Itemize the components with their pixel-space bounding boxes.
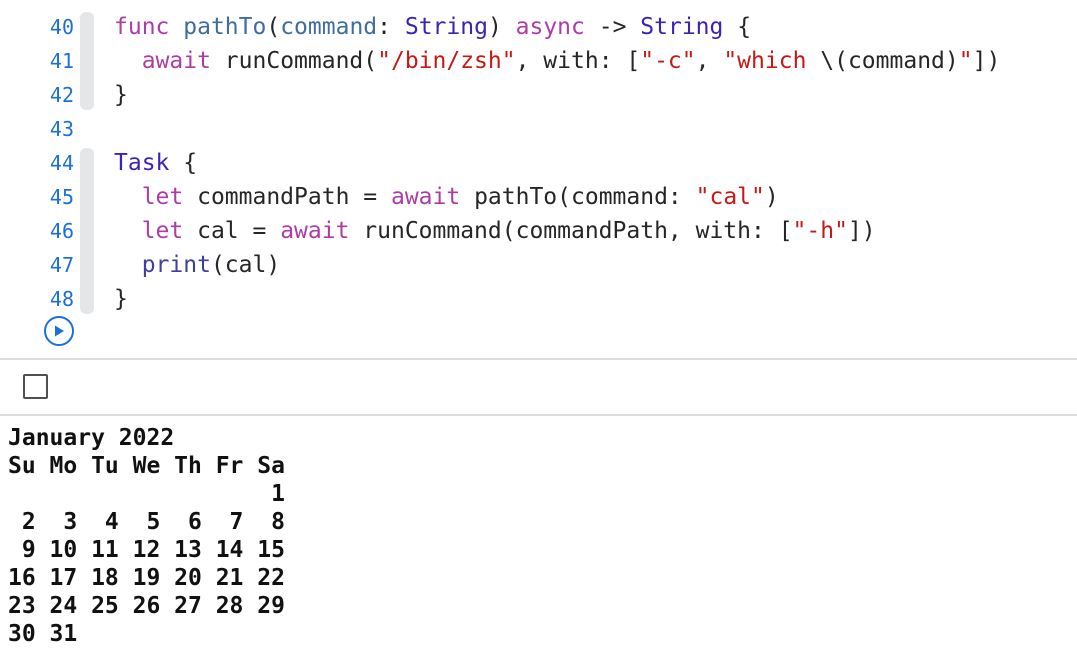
code-token: (cal) xyxy=(210,252,281,278)
code-token: print xyxy=(141,252,211,278)
code-token: ]) xyxy=(847,218,876,244)
line-number: 41 xyxy=(49,49,74,73)
code-token: String xyxy=(404,14,488,40)
code-line[interactable]: let commandPath = await pathTo(command: … xyxy=(114,180,779,214)
code-line[interactable]: await runCommand("/bin/zsh", with: ["-c"… xyxy=(114,44,1001,78)
console-output-line: 9 10 11 12 13 14 15 xyxy=(8,537,285,563)
code-line[interactable]: let cal = await runCommand(commandPath, … xyxy=(114,214,876,248)
code-token: ) xyxy=(764,184,779,210)
line-number: 45 xyxy=(49,185,74,209)
code-token: pathTo(command: xyxy=(460,184,696,210)
code-token: "-c" xyxy=(640,48,696,74)
code-token: cal = xyxy=(183,218,281,244)
code-token: commandPath = xyxy=(183,184,391,210)
console-output-line: January 2022 xyxy=(8,425,175,451)
play-circle-icon xyxy=(55,325,64,337)
code-token: command xyxy=(280,14,378,40)
console-output-line: 1 xyxy=(8,481,285,507)
code-token: " xyxy=(958,48,973,74)
code-token: let xyxy=(141,184,184,210)
code-token: Task xyxy=(114,150,170,176)
line-number: 43 xyxy=(49,117,74,141)
code-token: "-h" xyxy=(792,218,848,244)
line-number: 40 xyxy=(49,15,74,39)
console-output-line: 16 17 18 19 20 21 22 xyxy=(8,565,285,591)
code-line[interactable]: } xyxy=(114,78,128,112)
code-editor[interactable]: 40 41 42 43 44 45 46 47 48 func pathTo(command: … xyxy=(0,0,1077,358)
run-button[interactable] xyxy=(44,316,74,346)
code-token: \(command) xyxy=(820,48,959,74)
line-number: 46 xyxy=(49,219,74,243)
code-line[interactable]: print(cal) xyxy=(114,248,281,282)
code-token: await xyxy=(141,48,211,74)
code-token: : xyxy=(377,14,405,40)
line-number: 48 xyxy=(49,287,74,311)
line-number: 42 xyxy=(49,83,74,107)
change-bar xyxy=(80,12,94,110)
code-token: , with: [ xyxy=(515,48,641,74)
code-token: async xyxy=(515,14,585,40)
debug-toolbar xyxy=(0,360,1077,414)
code-token: ( xyxy=(266,14,281,40)
code-token: "cal" xyxy=(695,184,765,210)
console-toggle-checkbox[interactable] xyxy=(23,374,48,399)
code-token: ]) xyxy=(972,48,1001,74)
line-number: 47 xyxy=(49,253,74,277)
console-output-line: 23 24 25 26 27 28 29 xyxy=(8,593,285,619)
console-output-line: 2 3 4 5 6 7 8 xyxy=(8,509,285,535)
code-token: runCommand( xyxy=(210,48,378,74)
change-bar xyxy=(80,148,94,314)
code-line[interactable]: } xyxy=(114,282,128,316)
code-token: pathTo xyxy=(183,14,267,40)
code-token: } xyxy=(114,286,128,312)
code-token: String xyxy=(640,14,724,40)
code-token: let xyxy=(141,218,184,244)
code-token: await xyxy=(390,184,461,210)
code-token: func xyxy=(114,14,170,40)
code-token: ) xyxy=(487,14,516,40)
console-output-line: 30 31 xyxy=(8,621,78,647)
code-token: { xyxy=(169,150,198,176)
code-token: runCommand(commandPath, with: [ xyxy=(349,218,793,244)
code-token: } xyxy=(114,82,128,108)
code-token: "which xyxy=(723,48,821,74)
code-token: , xyxy=(695,48,724,74)
line-number: 44 xyxy=(49,151,74,175)
code-token: -> xyxy=(584,14,641,40)
code-token: { xyxy=(723,14,752,40)
console-output-line: Su Mo Tu We Th Fr Sa xyxy=(8,453,285,479)
code-line[interactable]: Task { xyxy=(114,146,197,180)
code-token: "/bin/zsh" xyxy=(377,48,516,74)
console-output: January 2022 Su Mo Tu We Th Fr Sa 1 2 3 4… xyxy=(0,416,1077,661)
code-token: await xyxy=(280,218,350,244)
code-line[interactable]: func pathTo(command: String) async -> St… xyxy=(114,10,751,44)
